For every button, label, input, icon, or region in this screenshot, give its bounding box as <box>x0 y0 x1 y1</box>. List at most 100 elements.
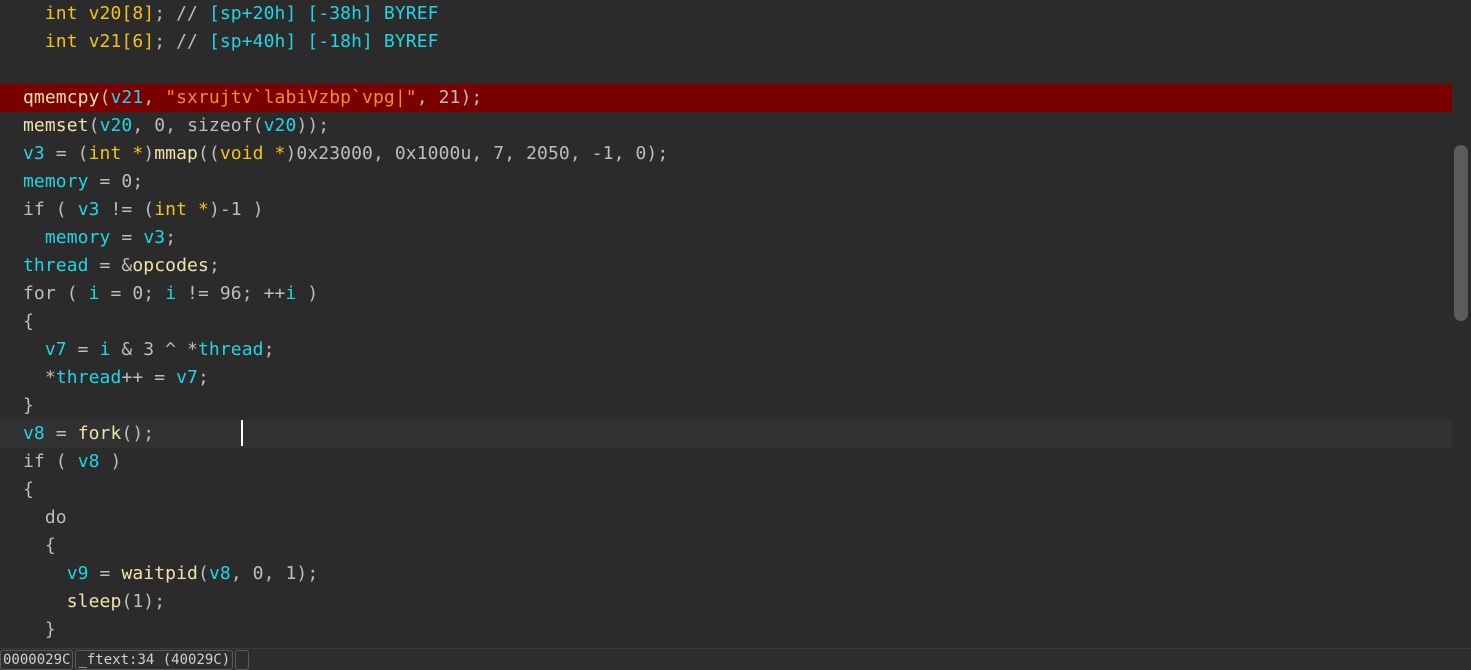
code-token: (1); <box>121 591 166 612</box>
code-token: thread <box>198 339 264 360</box>
code-token: * <box>23 367 56 388</box>
code-token: { <box>23 311 34 332</box>
code-token: v20 <box>88 3 122 24</box>
code-token: fork <box>77 423 122 444</box>
code-token: = <box>44 423 78 444</box>
code-line[interactable]: int v21[6]; // [sp+40h] [-18h] BYREF <box>0 28 1452 56</box>
code-line[interactable]: } <box>0 392 1452 420</box>
pseudocode-view[interactable]: int v20[8]; // [sp+20h] [-38h] BYREF int… <box>0 0 1452 648</box>
code-token: ( <box>198 563 209 584</box>
code-token: = 0; <box>88 171 144 192</box>
code-token: thread <box>23 255 89 276</box>
code-token: v7 <box>176 367 198 388</box>
code-token: [6] <box>121 31 155 52</box>
code-line[interactable]: { <box>0 532 1452 560</box>
code-token: [sp+20h] [-38h] BYREF <box>208 3 439 24</box>
code-token: ( <box>55 283 89 304</box>
code-token: // <box>176 3 209 24</box>
vertical-scrollbar[interactable] <box>1452 0 1471 648</box>
code-token: ( <box>99 87 111 108</box>
code-token: i <box>99 339 111 360</box>
code-token: v20 <box>99 115 133 136</box>
code-line[interactable]: *thread++ = v7; <box>0 364 1452 392</box>
code-line[interactable]: for ( i = 0; i != 96; ++i ) <box>0 280 1452 308</box>
code-token: (( <box>198 143 220 164</box>
code-line[interactable]: v7 = i & 3 ^ *thread; <box>0 336 1452 364</box>
scrollbar-thumb[interactable] <box>1454 145 1468 321</box>
code-token: ( <box>88 115 100 136</box>
code-token: v8 <box>77 451 100 472</box>
code-token: = <box>110 227 144 248</box>
code-line[interactable]: int v20[8]; // [sp+20h] [-38h] BYREF <box>0 0 1452 28</box>
code-token: ; <box>154 3 177 24</box>
code-token: , 0, 1); <box>230 563 319 584</box>
code-token: int * <box>154 199 209 220</box>
code-token: void * <box>219 143 286 164</box>
text-cursor <box>241 420 243 446</box>
code-token: int * <box>88 143 144 164</box>
status-location: _ftext:34 (40029C) <box>75 650 234 670</box>
code-line[interactable]: memset(v20, 0, sizeof(v20)); <box>0 112 1452 140</box>
code-token: ) <box>143 143 155 164</box>
code-token: v9 <box>66 563 89 584</box>
code-token: memory <box>23 171 89 192</box>
code-token: ( <box>44 451 78 472</box>
code-token: i <box>285 283 297 304</box>
code-line[interactable]: do <box>0 504 1452 532</box>
code-token: if <box>23 199 45 220</box>
code-token: opcodes <box>132 255 209 276</box>
code-token: v8 <box>208 563 231 584</box>
code-line[interactable]: { <box>0 476 1452 504</box>
code-token: ) <box>99 451 122 472</box>
code-line[interactable] <box>0 56 1452 84</box>
code-token: "sxrujtv`labiVzbp`vpg|" <box>165 87 417 108</box>
code-token: int <box>44 31 89 52</box>
code-line[interactable]: if ( v3 != (int *)-1 ) <box>0 196 1452 224</box>
code-token: sleep <box>66 591 122 612</box>
code-line[interactable]: v9 = waitpid(v8, 0, 1); <box>0 560 1452 588</box>
code-token: { <box>23 535 56 556</box>
code-line[interactable]: qmemcpy(v21, "sxrujtv`labiVzbp`vpg|", 21… <box>0 84 1452 112</box>
code-line[interactable]: v8 = fork(); <box>0 420 1452 448</box>
code-token: v21 <box>88 31 122 52</box>
code-token: & 3 ^ * <box>110 339 198 360</box>
code-token: v20 <box>263 115 297 136</box>
code-token: )0x23000, 0x1000u, 7, 2050, -1, 0); <box>285 143 669 164</box>
code-token: , 0, <box>132 115 188 136</box>
code-line[interactable]: v3 = (int *)mmap((void *)0x23000, 0x1000… <box>0 140 1452 168</box>
code-line[interactable]: memory = v3; <box>0 224 1452 252</box>
code-line[interactable]: thread = &opcodes; <box>0 252 1452 280</box>
code-token: ; <box>165 227 177 248</box>
code-token: int <box>44 3 89 24</box>
code-line[interactable]: { <box>0 308 1452 336</box>
code-line[interactable]: sleep(1); <box>0 588 1452 616</box>
code-token: ; <box>198 367 209 388</box>
code-line[interactable]: memory = 0; <box>0 168 1452 196</box>
code-token: } <box>23 619 56 640</box>
code-token: waitpid <box>121 563 198 584</box>
code-token: qmemcpy <box>23 87 100 108</box>
code-token: sizeof( <box>187 115 264 136</box>
code-token: if <box>23 451 45 472</box>
code-token: (); <box>121 423 155 444</box>
status-extra <box>235 650 250 670</box>
code-token: = <box>88 563 122 584</box>
code-token: v3 <box>23 143 45 164</box>
code-token: ; <box>154 31 177 52</box>
code-line[interactable]: if ( v8 ) <box>0 448 1452 476</box>
code-token: i <box>165 283 177 304</box>
code-token: != 96; ++ <box>176 283 286 304</box>
code-token: v3 <box>143 227 166 248</box>
code-token: ; <box>263 339 275 360</box>
code-token: = ( <box>44 143 89 164</box>
code-line[interactable]: } <box>0 616 1452 644</box>
status-bar: 0000029C _ftext:34 (40029C) <box>0 648 1471 670</box>
code-token: ) <box>296 283 319 304</box>
code-token: memset <box>23 115 89 136</box>
code-token: , <box>143 87 166 108</box>
code-token: , 21); <box>416 87 483 108</box>
